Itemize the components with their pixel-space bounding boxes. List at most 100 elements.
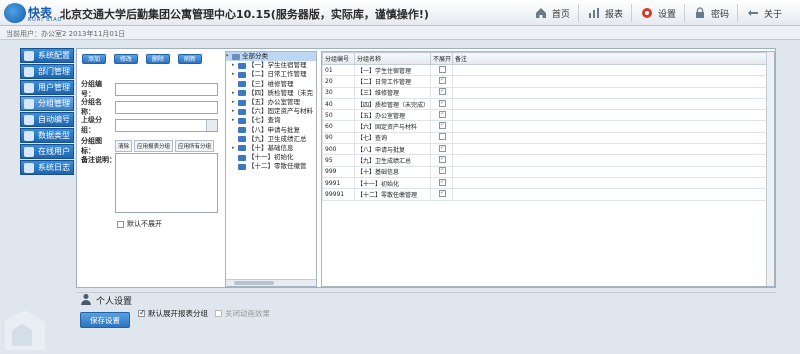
cell-noexpand bbox=[430, 63, 453, 77]
tree-item[interactable]: ▸ 【一】学生住宿管理 bbox=[226, 61, 316, 70]
table-row[interactable]: 900 【八】申请与批复 ✓ bbox=[322, 143, 769, 156]
table-row[interactable]: 01 【一】学生住宿管理 bbox=[322, 63, 769, 77]
nav-settings-button[interactable]: 设置 bbox=[630, 4, 684, 22]
noexpand-checkbox[interactable]: ✓ bbox=[439, 110, 446, 118]
cell-noexpand: ✓ bbox=[430, 165, 453, 178]
noexpand-checkbox[interactable]: ✓ bbox=[439, 189, 446, 197]
group-code-input[interactable] bbox=[115, 82, 218, 96]
noexpand-checkbox[interactable]: ✓ bbox=[439, 121, 446, 130]
tree-item[interactable]: ▸ 【七】查询 bbox=[226, 116, 316, 125]
group-name-input[interactable] bbox=[115, 100, 218, 114]
tree-item[interactable]: ▸ 【四】质检管理（未完 bbox=[226, 89, 316, 98]
cell-code: 9991 bbox=[322, 176, 355, 190]
datatype-icon bbox=[24, 130, 34, 141]
cell-name: 【五】办公室管理 bbox=[354, 109, 431, 122]
noexpand-checkbox[interactable]: ✓ bbox=[439, 144, 446, 152]
tree-item[interactable]: 【八】申请与批复 bbox=[226, 126, 316, 135]
top-nav: 首页 报表 设置 密码 关于 bbox=[526, 4, 790, 22]
noexpand-checkbox[interactable]: ✓ bbox=[439, 166, 446, 175]
group-table: 分组编号 分组名称 不展开 备注 01 【一】学生住宿管理 20 【二】日常工作管理 ✓… bbox=[321, 51, 775, 287]
column-header-name[interactable]: 分组名称 bbox=[354, 52, 431, 65]
sidenav-label: 系统配置 bbox=[38, 51, 70, 60]
edit-button[interactable]: 修改 bbox=[114, 54, 138, 64]
tree-item-label: 【六】固定资产与材料 bbox=[248, 107, 313, 116]
sidenav-item-datatype[interactable]: 数据类型 bbox=[20, 128, 74, 143]
folder-icon bbox=[238, 117, 246, 124]
memo-textarea[interactable] bbox=[115, 153, 218, 213]
cell-name: 【四】质检管理（未完成） bbox=[354, 97, 431, 111]
tree-root[interactable]: ▾ 全部分类 bbox=[226, 52, 316, 62]
table-row[interactable]: 30 【三】维修管理 ✓ bbox=[322, 86, 769, 99]
column-header-noexpand[interactable]: 不展开 bbox=[430, 52, 453, 65]
close-animation-label: 关闭动画效果 bbox=[225, 309, 270, 318]
autonumber-icon bbox=[24, 114, 34, 125]
apply-report-group-button[interactable]: 应用报表分组 bbox=[134, 140, 174, 152]
tree-horizontal-scrollbar[interactable] bbox=[226, 279, 316, 286]
nav-home-button[interactable]: 首页 bbox=[526, 4, 578, 22]
table-row[interactable]: 9991 【十一】初始化 ✓ bbox=[322, 176, 769, 190]
tree-item[interactable]: ▸ 【二】日常工作管理 bbox=[226, 70, 316, 79]
personal-settings-title: 个人设置 bbox=[96, 297, 133, 307]
cell-code: 90 bbox=[322, 131, 355, 145]
icon-clear-button[interactable]: 清除 bbox=[115, 140, 133, 152]
tree-item[interactable]: ▸ 【六】固定资产与材料 bbox=[226, 107, 316, 116]
noexpand-checkbox[interactable]: ✓ bbox=[439, 99, 446, 107]
parent-group-select[interactable] bbox=[115, 118, 218, 132]
sidenav-item-user[interactable]: 用户管理 bbox=[20, 80, 74, 95]
group-tree: ▾ 全部分类 ▸ 【一】学生住宿管理 ▸ 【二】日常工作管理 【三】维修管理 ▸ 【四】… bbox=[225, 51, 317, 287]
tree-item[interactable]: ▸ 【十】基础信息 bbox=[226, 144, 316, 153]
sidenav-item-autonumber[interactable]: 自动编号 bbox=[20, 112, 74, 127]
add-button[interactable]: 添加 bbox=[82, 54, 106, 64]
nav-report-label: 报表 bbox=[604, 9, 623, 20]
nav-password-button[interactable]: 密码 bbox=[683, 4, 737, 22]
noexpand-checkbox[interactable]: ✓ bbox=[439, 155, 446, 164]
noexpand-checkbox[interactable]: ✓ bbox=[439, 178, 446, 186]
cell-name: 【十一】初始化 bbox=[354, 176, 431, 190]
apply-all-groups-button[interactable]: 应用所有分组 bbox=[175, 140, 215, 152]
close-animation-checkbox[interactable] bbox=[215, 310, 222, 317]
no-expand-checkbox[interactable] bbox=[117, 220, 124, 228]
name-row: 分组名称： bbox=[81, 97, 218, 117]
personal-settings-icon bbox=[81, 294, 91, 305]
tree-item[interactable]: 【九】卫生成绩汇总 bbox=[226, 135, 316, 144]
tree-item[interactable]: 【三】维修管理 bbox=[226, 80, 316, 89]
noexpand-checkbox[interactable] bbox=[439, 133, 446, 141]
table-row[interactable]: 40 【四】质检管理（未完成） ✓ bbox=[322, 97, 769, 111]
cell-name: 【六】固定资产与材料 bbox=[354, 120, 431, 133]
table-row[interactable]: 50 【五】办公室管理 ✓ bbox=[322, 109, 769, 122]
column-header-memo[interactable]: 备注 bbox=[452, 52, 769, 65]
gear-icon bbox=[641, 8, 652, 18]
nav-about-button[interactable]: 关于 bbox=[736, 4, 790, 22]
noexpand-checkbox[interactable]: ✓ bbox=[439, 76, 446, 84]
tree-item[interactable]: 【十二】零散任缴管 bbox=[226, 162, 316, 171]
table-row[interactable]: 90 【七】查询 bbox=[322, 131, 769, 145]
noexpand-checkbox[interactable] bbox=[439, 65, 446, 73]
nav-report-button[interactable]: 报表 bbox=[577, 4, 631, 22]
expand-report-group-checkbox[interactable]: ✓ bbox=[138, 308, 146, 317]
refresh-button[interactable]: 刷新 bbox=[178, 54, 202, 64]
sidenav-item-department[interactable]: 部门管理 bbox=[20, 64, 74, 79]
cell-memo bbox=[452, 120, 769, 133]
sidenav-item-config[interactable]: 系统配置 bbox=[20, 48, 74, 63]
table-row[interactable]: 99991 【十二】零散任缴管理 ✓ bbox=[322, 188, 769, 201]
table-row[interactable]: 95 【九】卫生成绩汇总 ✓ bbox=[322, 154, 769, 167]
cell-noexpand: ✓ bbox=[430, 86, 453, 99]
noexpand-checkbox[interactable]: ✓ bbox=[439, 87, 446, 96]
online-user-icon bbox=[24, 146, 34, 157]
cell-memo bbox=[452, 176, 769, 190]
table-vertical-scrollbar[interactable] bbox=[766, 52, 774, 286]
sidenav-item-log[interactable]: 系统日志 bbox=[20, 160, 74, 175]
cell-noexpand: ✓ bbox=[430, 143, 453, 156]
table-row[interactable]: 60 【六】固定资产与材料 ✓ bbox=[322, 120, 769, 133]
save-settings-button[interactable]: 保存设置 bbox=[80, 312, 130, 328]
tree-item[interactable]: ▸ 【五】办公室管理 bbox=[226, 98, 316, 107]
sidenav-item-group[interactable]: 分组管理 bbox=[20, 96, 74, 111]
home-icon bbox=[535, 8, 546, 18]
table-row[interactable]: 999 【十】基础信息 ✓ bbox=[322, 165, 769, 178]
tree-item[interactable]: 【十一】初始化 bbox=[226, 153, 316, 162]
delete-button[interactable]: 删除 bbox=[146, 54, 170, 64]
table-row[interactable]: 20 【二】日常工作管理 ✓ bbox=[322, 75, 769, 88]
form-toolbar: 添加 修改 删除 刷新 bbox=[82, 54, 202, 64]
sidenav-item-online-user[interactable]: 在线用户 bbox=[20, 144, 74, 159]
column-header-code[interactable]: 分组编号 bbox=[322, 52, 355, 65]
